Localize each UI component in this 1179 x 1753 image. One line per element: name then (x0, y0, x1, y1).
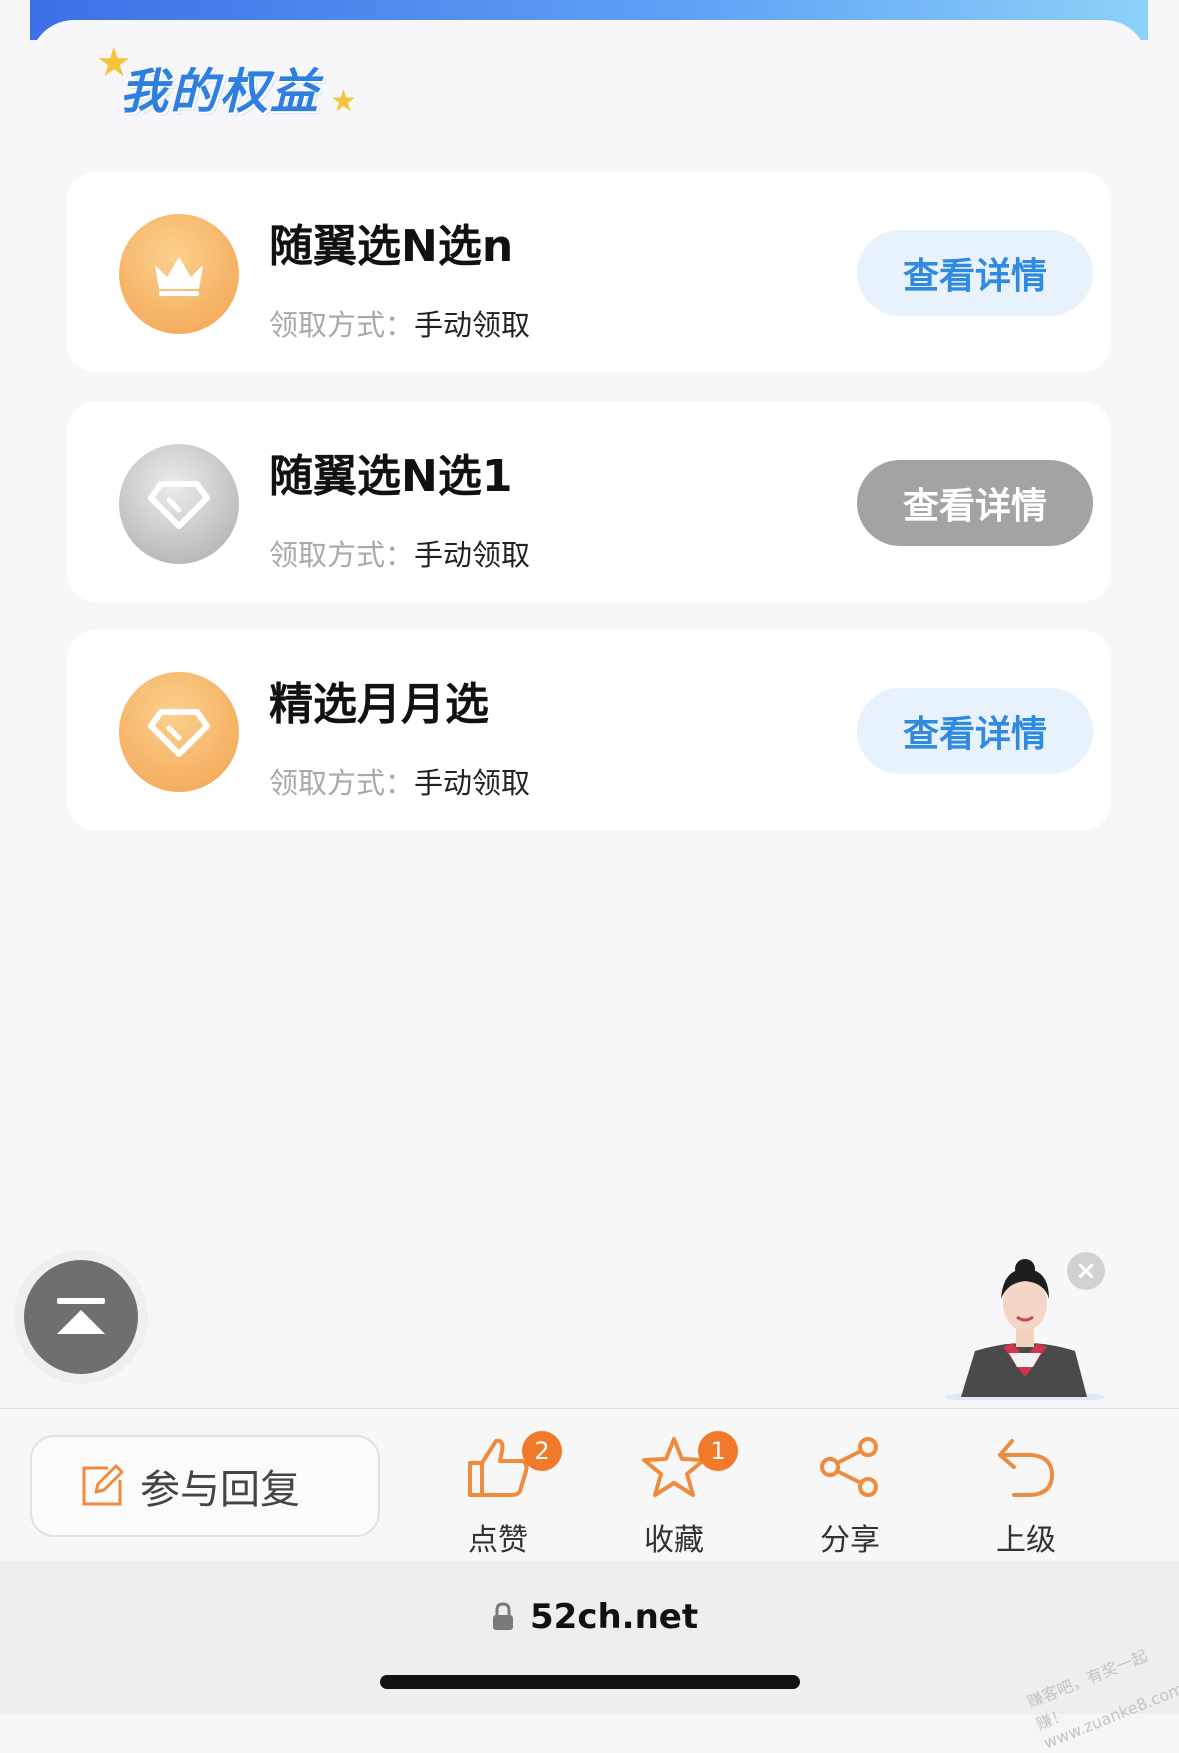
close-assistant-button[interactable]: × (1067, 1252, 1105, 1290)
benefit-card-2: 随翼选N选1 领取方式：手动领取 查看详情 (67, 402, 1111, 602)
crown-icon (119, 214, 239, 334)
benefit-title: 精选月月选 (269, 679, 489, 730)
scroll-to-top-button[interactable] (14, 1250, 148, 1384)
like-button[interactable]: 2 点赞 (438, 1423, 562, 1558)
share-icon (820, 1437, 878, 1497)
claim-method-label: 领取方式： (269, 766, 415, 800)
edit-icon (82, 1464, 124, 1506)
claim-method-label: 领取方式： (269, 538, 415, 572)
diamond-icon (119, 444, 239, 564)
claim-method-label: 领取方式： (269, 308, 415, 342)
view-details-button[interactable]: 查看详情 (857, 230, 1093, 316)
claim-method-value: 手动领取 (414, 538, 531, 572)
back-arrow-icon (998, 1439, 1055, 1497)
reply-label: 参与回复 (140, 1467, 300, 1513)
home-indicator[interactable] (380, 1675, 800, 1689)
view-details-button[interactable]: 查看详情 (857, 688, 1093, 774)
diamond-icon (119, 672, 239, 792)
claim-method: 领取方式：手动领取 (269, 532, 530, 574)
share-button[interactable]: 分享 (790, 1423, 910, 1558)
benefit-title: 随翼选N选n (269, 221, 514, 272)
favorite-count-badge: 1 (698, 1431, 738, 1471)
url-display[interactable]: 52ch.net (490, 1597, 698, 1637)
parent-level-label: 上级 (996, 1523, 1056, 1558)
like-count-badge: 2 (522, 1431, 562, 1471)
view-details-button-disabled[interactable]: 查看详情 (857, 460, 1093, 546)
reply-button[interactable]: 参与回复 (30, 1435, 380, 1537)
share-label: 分享 (820, 1523, 880, 1558)
claim-method: 领取方式：手动领取 (269, 302, 530, 344)
favorite-label: 收藏 (644, 1523, 704, 1558)
benefit-card-1: 随翼选N选n 领取方式：手动领取 查看详情 (67, 172, 1111, 372)
favorite-button[interactable]: 1 收藏 (614, 1423, 738, 1558)
claim-method-value: 手动领取 (414, 308, 531, 342)
scroll-to-top-icon (24, 1260, 138, 1374)
parent-level-button[interactable]: 上级 (966, 1423, 1086, 1558)
sparkle-star-icon: ★ (330, 84, 357, 119)
bottom-toolbar: 参与回复 2 点赞 1 收藏 分享 上级 (0, 1408, 1179, 1562)
like-label: 点赞 (468, 1523, 528, 1558)
lock-icon (493, 1602, 513, 1630)
url-text: 52ch.net (530, 1597, 699, 1637)
claim-method-value: 手动领取 (414, 766, 531, 800)
claim-method: 领取方式：手动领取 (269, 760, 530, 802)
benefit-card-3: 精选月月选 领取方式：手动领取 查看详情 (67, 630, 1111, 830)
benefit-title: 随翼选N选1 (269, 451, 513, 502)
browser-address-bar[interactable]: 52ch.net (0, 1561, 1179, 1714)
section-title: 我的权益 (120, 64, 321, 120)
